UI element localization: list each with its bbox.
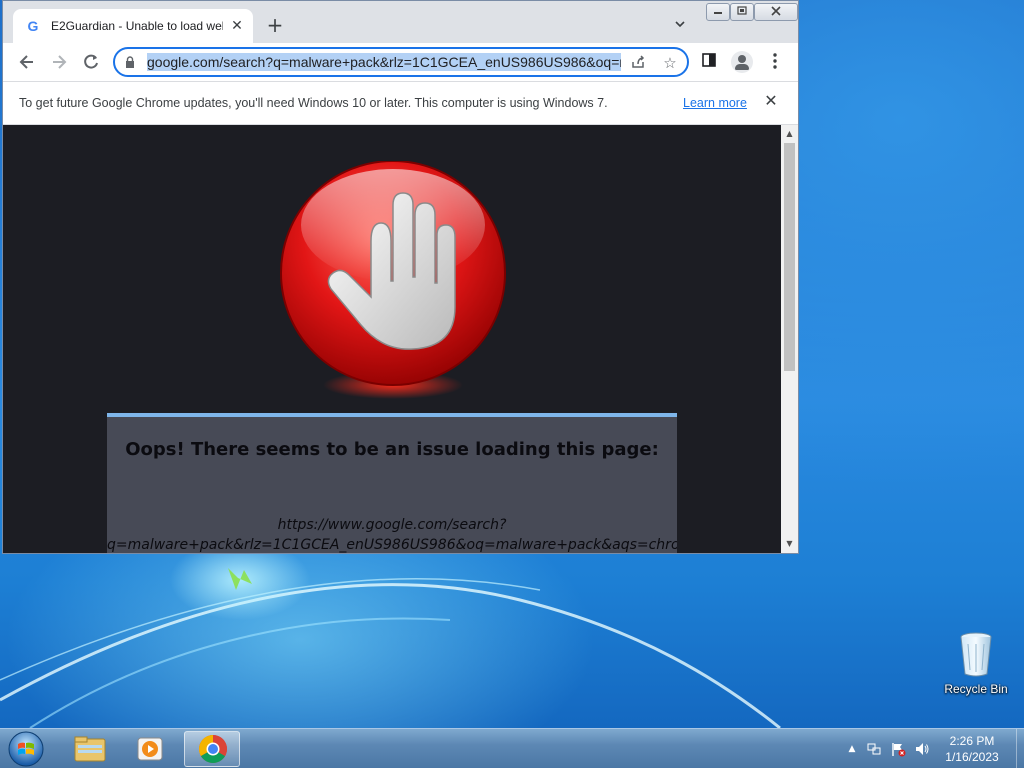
show-desktop-button[interactable] (1016, 729, 1024, 768)
tab-close-icon[interactable]: ✕ (229, 18, 245, 34)
new-tab-button[interactable]: + (265, 15, 285, 35)
recycle-bin-label: Recycle Bin (944, 682, 1008, 696)
tab-title: E2Guardian - Unable to load web (51, 19, 223, 33)
vertical-scrollbar[interactable]: ▲ ▼ (781, 125, 798, 553)
scroll-down-icon[interactable]: ▼ (781, 537, 798, 551)
window-close-button[interactable] (754, 3, 798, 21)
volume-icon[interactable] (914, 741, 930, 757)
back-arrow-icon[interactable] (17, 52, 37, 72)
minimize-button[interactable] (706, 3, 730, 21)
menu-kebab-icon[interactable] (765, 52, 785, 72)
error-panel: Oops! There seems to be an issue loading… (107, 413, 677, 553)
chrome-window: G E2Guardian - Unable to load web ✕ + go… (2, 0, 799, 554)
network-icon[interactable] (866, 741, 882, 757)
media-player-icon (137, 737, 163, 761)
taskbar-explorer[interactable] (62, 731, 118, 767)
browser-toolbar: google.com/search?q=malware+pack&rlz=1C1… (3, 43, 798, 81)
learn-more-link[interactable]: Learn more (683, 96, 747, 110)
taskbar: ▲ 2:26 PM 1/16/2023 (0, 728, 1024, 768)
google-favicon-icon: G (27, 18, 39, 34)
show-hidden-icons-chevron-icon[interactable]: ▲ (844, 741, 860, 757)
start-button-windows-icon[interactable] (6, 730, 46, 768)
taskbar-media-player[interactable] (122, 731, 178, 767)
clock-time: 2:26 PM (949, 734, 995, 748)
recycle-bin[interactable]: Recycle Bin (940, 630, 1012, 700)
bookmark-star-icon[interactable]: ☆ (661, 54, 679, 72)
scroll-up-icon[interactable]: ▲ (781, 127, 798, 141)
side-panel-icon[interactable] (699, 52, 719, 72)
error-heading: Oops! There seems to be an issue loading… (125, 439, 659, 460)
scroll-thumb[interactable] (784, 143, 795, 371)
update-infobar: To get future Google Chrome updates, you… (3, 81, 798, 125)
recycle-bin-icon (960, 632, 992, 677)
share-icon[interactable] (629, 54, 647, 72)
page-content: Oops! There seems to be an issue loading… (3, 125, 781, 553)
blocked-url-line1: https://www.google.com/search? (277, 517, 507, 533)
forward-arrow-icon[interactable] (49, 52, 69, 72)
address-bar[interactable]: google.com/search?q=malware+pack&rlz=1C1… (113, 47, 689, 77)
folder-icon (74, 736, 106, 762)
stop-hand-icon (280, 161, 506, 399)
blocked-url-line2: q=malware+pack&rlz=1C1GCEA_enUS986US986&… (107, 537, 677, 553)
reload-icon[interactable] (81, 52, 101, 72)
taskbar-chrome[interactable] (184, 731, 240, 767)
infobar-message: To get future Google Chrome updates, you… (19, 96, 608, 110)
lock-icon (126, 56, 134, 68)
title-bar: G E2Guardian - Unable to load web ✕ + (3, 1, 798, 43)
url-text[interactable]: google.com/search?q=malware+pack&rlz=1C1… (147, 53, 621, 71)
blocked-url: https://www.google.com/search? q=malware… (107, 515, 677, 553)
browser-tab[interactable]: G E2Guardian - Unable to load web ✕ (13, 9, 253, 43)
chrome-icon (199, 735, 227, 763)
taskbar-clock[interactable]: 2:26 PM 1/16/2023 (930, 733, 1014, 765)
action-center-flag-icon[interactable] (890, 741, 906, 757)
infobar-close-icon[interactable]: ✕ (763, 93, 779, 109)
clock-date: 1/16/2023 (945, 750, 999, 764)
tab-search-chevron-icon[interactable] (673, 17, 689, 33)
profile-avatar-icon[interactable] (731, 51, 753, 73)
restore-button[interactable] (730, 3, 754, 21)
